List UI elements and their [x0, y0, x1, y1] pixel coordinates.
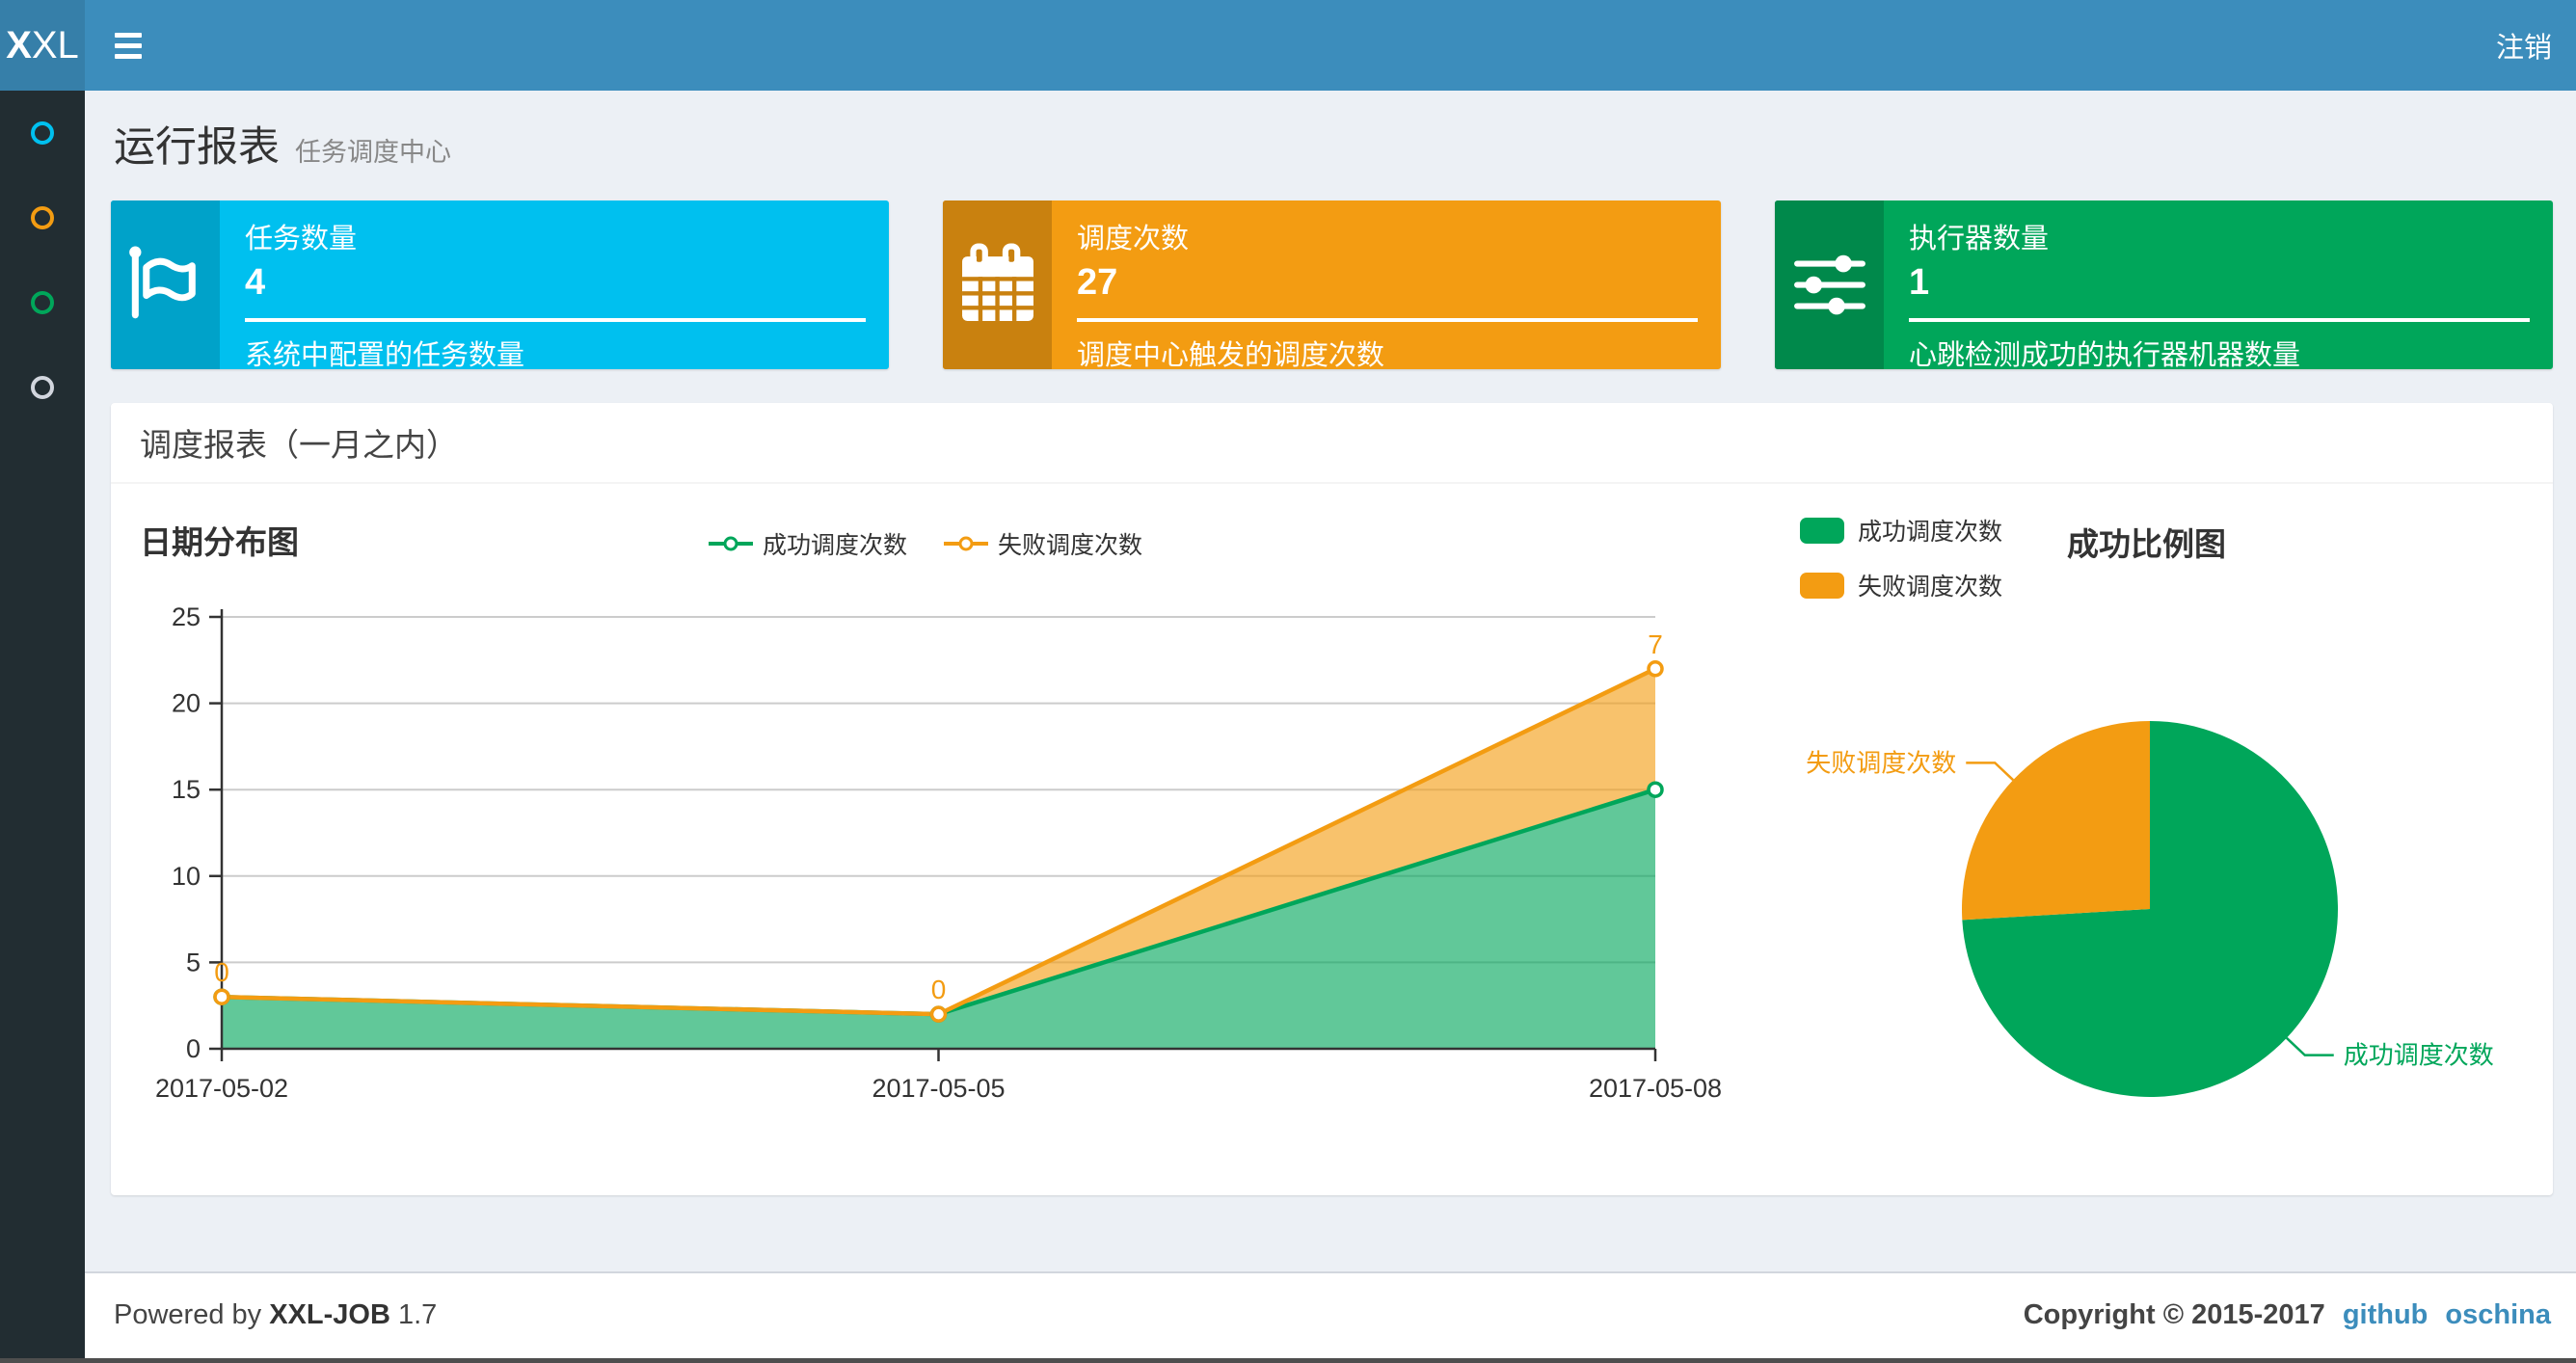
date-distribution-chart-section: 日期分布图 成功调度次数 失败调度次数 0 5 10 15 20 25 2017-05-02…: [111, 484, 1740, 1193]
sidebar-item-2[interactable]: [0, 260, 85, 345]
page-subtitle: 任务调度中心: [295, 138, 451, 167]
info-box-label: 任务数量: [245, 224, 358, 254]
github-link[interactable]: github: [2343, 1299, 2428, 1331]
circle-icon: [31, 291, 54, 314]
x-tick-label: 2017-05-05: [872, 1074, 1005, 1103]
x-tick-label: 2017-05-02: [155, 1074, 288, 1103]
progress-line: [1077, 318, 1698, 322]
line-chart-legend: 成功调度次数 失败调度次数: [111, 526, 1740, 561]
y-tick-label: 25: [172, 602, 201, 631]
success-ratio-chart-section: 成功比例图 成功调度次数 失败调度次数 成功调度次数 失败调度次数: [1740, 484, 2553, 1193]
progress-line: [1909, 318, 2530, 322]
pie-chart[interactable]: 成功调度次数 失败调度次数: [1740, 484, 2553, 1193]
collapsed-sidebar: [0, 91, 85, 1363]
pie-label: 成功调度次数: [2344, 1041, 2494, 1070]
copyright-text: Copyright © 2015-2017: [2023, 1299, 2325, 1330]
data-point[interactable]: [1647, 660, 1664, 678]
progress-line: [245, 318, 866, 322]
label-line: [1966, 762, 2015, 782]
legend-item-fail[interactable]: 失败调度次数: [944, 526, 1142, 561]
y-tick-label: 5: [186, 948, 201, 976]
label-line: [2285, 1036, 2334, 1056]
content-header: 运行报表 任务调度中心: [85, 91, 2576, 200]
sidebar-item-0[interactable]: [0, 91, 85, 175]
info-box-value: 1: [1909, 262, 1930, 303]
info-box-description: 系统中配置的任务数量: [245, 340, 525, 369]
sidebar-item-3[interactable]: [0, 345, 85, 430]
logout-link[interactable]: 注销: [2472, 0, 2576, 91]
brand-name: XXL-JOB: [269, 1299, 390, 1330]
info-box-jobs: 任务数量 4 系统中配置的任务数量: [111, 200, 889, 369]
sliders-icon: [1775, 200, 1884, 369]
powered-by: Powered by XXL-JOB 1.7: [114, 1299, 438, 1330]
pie-slice[interactable]: [1962, 721, 2150, 921]
pie-label: 失败调度次数: [1806, 748, 1956, 777]
info-box-triggers: 调度次数 27 调度中心触发的调度次数: [943, 200, 1721, 369]
y-tick-label: 10: [172, 862, 201, 891]
data-label: 0: [214, 957, 229, 987]
logo-text-light: XL: [31, 23, 79, 67]
line-marker-icon: [944, 536, 988, 551]
y-tick-label: 0: [186, 1034, 201, 1063]
page-title: 运行报表: [114, 124, 280, 171]
data-label: 7: [1648, 629, 1663, 659]
sidebar-toggle-button[interactable]: [85, 0, 172, 91]
y-tick-label: 20: [172, 689, 201, 718]
data-label: 0: [931, 975, 947, 1004]
circle-icon: [31, 121, 54, 145]
data-point[interactable]: [213, 988, 230, 1005]
line-marker-icon: [708, 536, 753, 551]
flag-icon: [111, 200, 220, 369]
info-box-value: 4: [245, 262, 266, 303]
info-box-row: 任务数量 4 系统中配置的任务数量 调度次数 27 调度中心触发的调度次数 执行…: [111, 200, 2553, 369]
info-box-executors: 执行器数量 1 心跳检测成功的执行器机器数量: [1775, 200, 2553, 369]
data-point[interactable]: [1647, 781, 1664, 798]
x-tick-label: 2017-05-08: [1589, 1074, 1722, 1103]
info-box-label: 执行器数量: [1909, 224, 2050, 254]
line-area-chart[interactable]: 05101520252017-05-02 2017-05-05 2017-05-08…: [111, 576, 1740, 1193]
y-tick-label: 15: [172, 775, 201, 804]
circle-icon: [31, 206, 54, 229]
data-point[interactable]: [929, 1005, 948, 1023]
panel-title: 调度报表（一月之内）: [111, 403, 2553, 484]
info-box-description: 调度中心触发的调度次数: [1077, 340, 1385, 369]
hamburger-icon: [115, 32, 142, 38]
info-box-label: 调度次数: [1077, 224, 1190, 254]
sidebar-item-1[interactable]: [0, 175, 85, 260]
app-logo[interactable]: X XL: [0, 0, 85, 91]
page-footer: Powered by XXL-JOB 1.7 Copyright © 2015-…: [85, 1271, 2576, 1363]
logo-text-bold: X: [6, 23, 32, 67]
legend-item-success[interactable]: 成功调度次数: [708, 526, 907, 561]
info-box-value: 27: [1077, 262, 1118, 303]
calendar-icon: [943, 200, 1052, 369]
circle-icon: [31, 376, 54, 399]
info-box-description: 心跳检测成功的执行器机器数量: [1909, 340, 2301, 369]
top-navbar: X XL 注销: [0, 0, 2576, 91]
oschina-link[interactable]: oschina: [2445, 1299, 2551, 1331]
report-panel: 调度报表（一月之内） 日期分布图 成功调度次数 失败调度次数 0 5 10 15 20 2…: [111, 403, 2553, 1195]
main-content: 运行报表 任务调度中心 任务数量 4 系统中配置的任务数量 调度次数 27 调度…: [85, 91, 2576, 1195]
version: 1.7: [397, 1299, 438, 1330]
window-bottom-edge: [0, 1358, 2576, 1363]
